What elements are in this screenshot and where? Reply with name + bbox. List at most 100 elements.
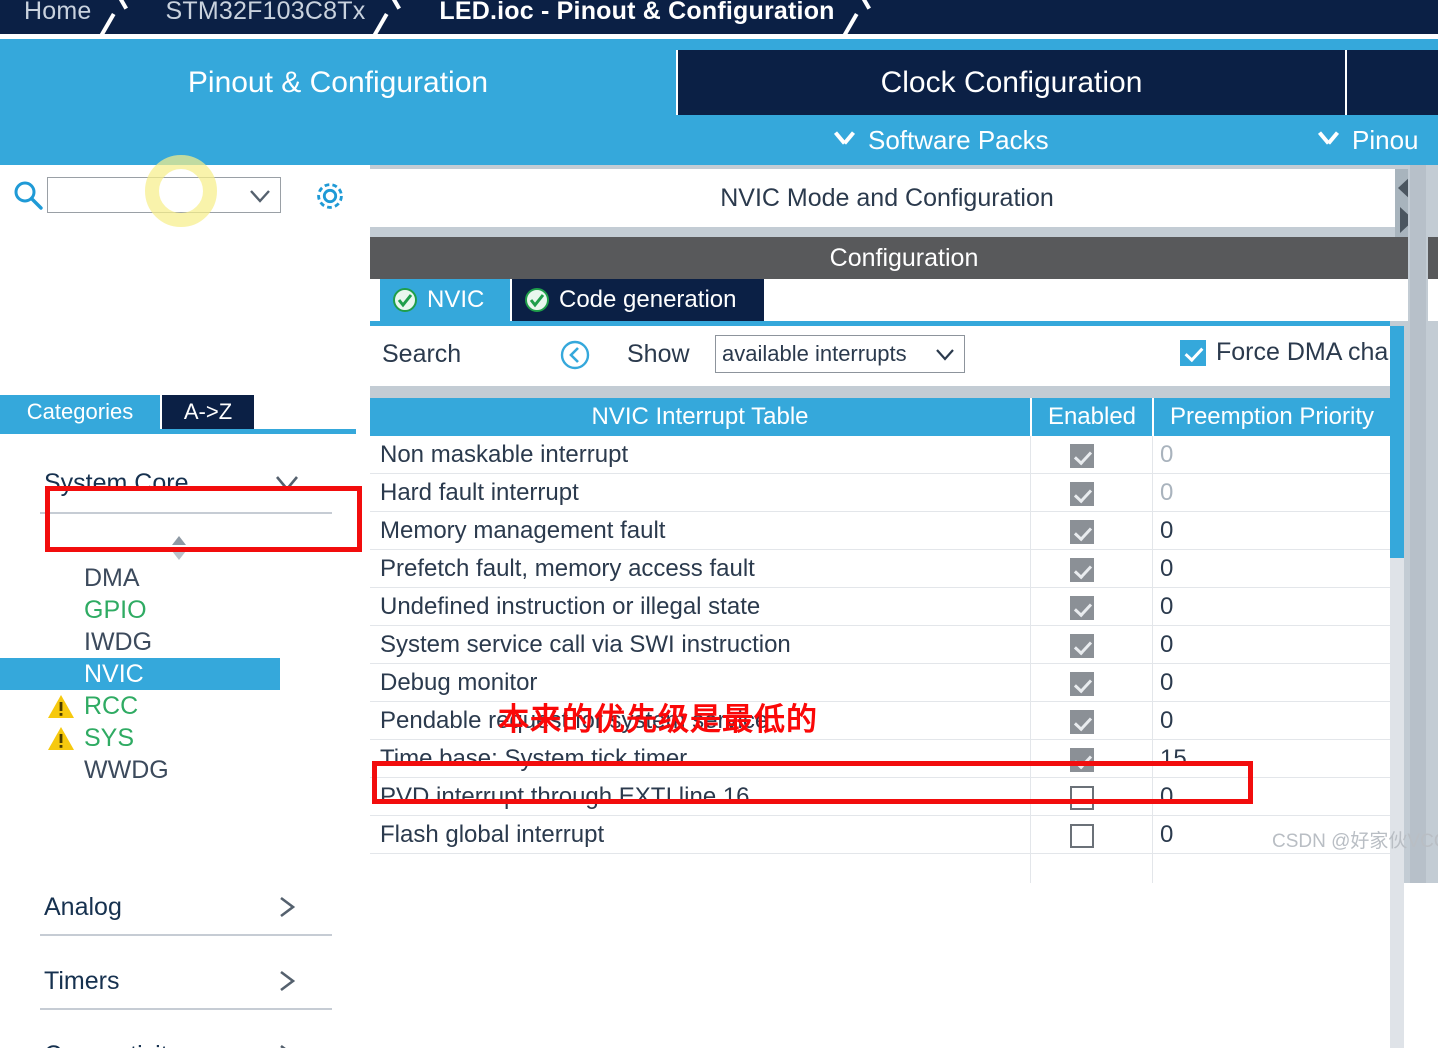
scrollbar-thumb[interactable]: [1410, 165, 1426, 883]
enabled-checkbox[interactable]: [1070, 824, 1094, 848]
column-header-enabled[interactable]: Enabled: [1032, 398, 1152, 436]
table-row[interactable]: Undefined instruction or illegal state 0: [370, 588, 1390, 626]
preemption-priority-value[interactable]: 0: [1160, 593, 1173, 621]
table-row[interactable]: Time base: System tick timer15: [370, 740, 1390, 778]
interrupt-name: System service call via SWI instruction: [380, 631, 791, 659]
preemption-priority-value[interactable]: 0: [1160, 441, 1173, 469]
enabled-checkbox[interactable]: [1070, 444, 1094, 468]
cell-divider: [1152, 436, 1153, 474]
enabled-checkbox[interactable]: [1070, 672, 1094, 696]
table-row[interactable]: Hard fault interrupt0: [370, 474, 1390, 512]
gear-icon[interactable]: [311, 177, 349, 215]
pinout-menu[interactable]: Pinou: [1318, 115, 1419, 165]
breadcrumb-item-mcu[interactable]: STM32F103C8Tx: [142, 0, 370, 26]
config-tab-nvic[interactable]: NVIC: [380, 279, 510, 321]
software-packs-label: Software Packs: [868, 125, 1049, 156]
interrupt-name: Undefined instruction or illegal state: [380, 593, 760, 621]
sidebar-item-label: NVIC: [84, 660, 144, 689]
cell-divider: [1030, 512, 1031, 550]
checkbox-checked-icon[interactable]: [1180, 340, 1206, 366]
sidebar-item-rcc[interactable]: RCC: [0, 690, 280, 722]
enabled-checkbox[interactable]: [1070, 634, 1094, 658]
category-header-connectivity[interactable]: Connectivity: [0, 1028, 356, 1048]
table-row[interactable]: System service call via SWI instruction 0: [370, 626, 1390, 664]
preemption-priority-value[interactable]: 0: [1160, 631, 1173, 659]
cell-divider: [1152, 816, 1153, 854]
column-header-preemption-priority[interactable]: Preemption Priority: [1154, 398, 1390, 436]
preemption-priority-value[interactable]: 0: [1160, 479, 1173, 507]
search-input[interactable]: [48, 178, 255, 212]
preemption-priority-value[interactable]: 0: [1160, 669, 1173, 697]
preemption-priority-value[interactable]: 15: [1160, 745, 1187, 773]
category-header-timers[interactable]: Timers: [0, 954, 356, 1008]
table-row[interactable]: PVD interrupt through EXTI line 16 0: [370, 778, 1390, 816]
preemption-priority-value[interactable]: 0: [1160, 783, 1173, 811]
enabled-checkbox[interactable]: [1070, 558, 1094, 582]
search-input-wrapper[interactable]: [47, 177, 281, 213]
enabled-checkbox[interactable]: [1070, 520, 1094, 544]
enabled-checkbox[interactable]: [1070, 786, 1094, 810]
software-packs-menu[interactable]: Software Packs: [834, 115, 1049, 165]
sidebar-item-gpio[interactable]: GPIO: [0, 594, 280, 626]
tab-pinout-configuration[interactable]: Pinout & Configuration: [0, 50, 676, 115]
cell-divider: [1152, 512, 1153, 550]
tab-a-to-z[interactable]: A->Z: [162, 395, 254, 429]
table-row[interactable]: Flash global interrupt0: [370, 816, 1390, 854]
force-dma-channels-checkbox[interactable]: Force DMA cha: [1180, 338, 1388, 367]
show-filter-select[interactable]: available interrupts: [715, 335, 965, 373]
cell-divider: [1152, 702, 1153, 740]
table-row[interactable]: Non maskable interrupt0: [370, 436, 1390, 474]
cell-divider: [1152, 778, 1153, 816]
preemption-priority-value[interactable]: 0: [1160, 707, 1173, 735]
enabled-checkbox[interactable]: [1070, 596, 1094, 620]
check-circle-icon: [525, 288, 549, 312]
pinout-menu-label: Pinou: [1352, 125, 1419, 156]
tab-categories[interactable]: Categories: [0, 395, 160, 429]
cell-divider: [1152, 854, 1153, 883]
watermark: CSDN @好家伙VCC: [1272, 826, 1438, 853]
sidebar-item-label: GPIO: [84, 596, 147, 625]
chevron-down-icon[interactable]: [248, 186, 272, 206]
cell-divider: [1030, 816, 1031, 854]
category-header-system-core[interactable]: System Core: [0, 456, 356, 510]
enabled-checkbox[interactable]: [1070, 482, 1094, 506]
sidebar-item-iwdg[interactable]: IWDG: [0, 626, 280, 658]
preemption-priority-value[interactable]: 0: [1160, 517, 1173, 545]
cell-divider: [1152, 550, 1153, 588]
breadcrumb-item-home[interactable]: Home: [0, 0, 96, 26]
main-tab-strip: Pinout & Configuration Clock Configurati…: [0, 39, 1438, 115]
chevron-right-icon: [274, 970, 300, 992]
warning-triangle-icon: [47, 726, 75, 751]
configuration-header: Configuration: [370, 237, 1438, 279]
search-icon[interactable]: [12, 179, 44, 211]
interrupt-name: PVD interrupt through EXTI line 16: [380, 783, 750, 811]
cell-divider: [1030, 550, 1031, 588]
enabled-checkbox[interactable]: [1070, 748, 1094, 772]
table-vertical-scrollbar[interactable]: [1390, 326, 1404, 1048]
sidebar-item-sys[interactable]: SYS: [0, 722, 280, 754]
sidebar-item-label: RCC: [84, 692, 138, 721]
sidebar-item-wwdg[interactable]: WWDG: [0, 754, 280, 786]
tab-next-partial[interactable]: [1347, 50, 1438, 115]
preemption-priority-value[interactable]: 0: [1160, 821, 1173, 849]
chevron-down-icon: [274, 472, 300, 494]
panel-vertical-scrollbar[interactable]: [1408, 165, 1428, 883]
preemption-priority-value[interactable]: 0: [1160, 555, 1173, 583]
sidebar-item-nvic[interactable]: NVIC: [0, 658, 280, 690]
sidebar-item-dma[interactable]: DMA: [0, 562, 280, 594]
enabled-checkbox[interactable]: [1070, 710, 1094, 734]
config-tab-code-generation[interactable]: Code generation: [512, 279, 764, 321]
tab-clock-configuration[interactable]: Clock Configuration: [678, 50, 1345, 115]
category-header-analog[interactable]: Analog: [0, 880, 356, 934]
config-tab-label: NVIC: [427, 286, 484, 314]
breadcrumb-item-current[interactable]: LED.ioc - Pinout & Configuration: [415, 0, 838, 26]
back-circle-icon[interactable]: [560, 340, 590, 370]
cell-divider: [1030, 664, 1031, 702]
table-row[interactable]: Memory management fault0: [370, 512, 1390, 550]
table-row[interactable]: [370, 854, 1390, 883]
scrollbar-thumb[interactable]: [1390, 326, 1404, 558]
sort-arrows-icon[interactable]: [166, 534, 192, 562]
table-row[interactable]: Prefetch fault, memory access fault0: [370, 550, 1390, 588]
search-label: Search: [382, 340, 461, 369]
column-header-interrupt-table[interactable]: NVIC Interrupt Table: [370, 398, 1030, 436]
